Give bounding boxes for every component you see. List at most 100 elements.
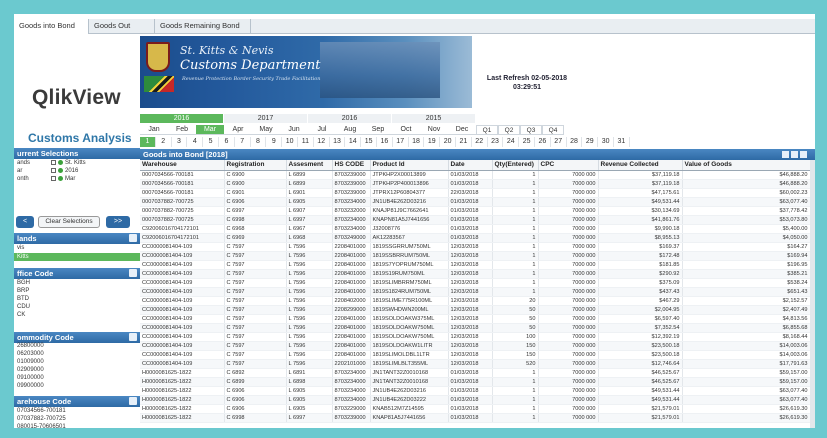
day-cell[interactable]: 5	[203, 137, 219, 147]
day-cell[interactable]: 30	[598, 137, 614, 147]
list-item[interactable]: 09100000	[17, 375, 44, 381]
list-item[interactable]: 01009000	[17, 359, 44, 365]
list-item-selected[interactable]: Kitts	[14, 253, 140, 261]
day-cell[interactable]: 28	[567, 137, 583, 147]
month-cell[interactable]: Aug	[336, 125, 364, 135]
month-cell[interactable]: Sep	[364, 125, 392, 135]
list-item[interactable]: 07034566-700181	[17, 408, 66, 414]
day-cell[interactable]: 17	[393, 137, 409, 147]
table-row[interactable]: CC0000081404-109 C 7597 L 7596 2202101000 18…	[140, 359, 811, 369]
quarter-cell[interactable]: Q1	[476, 125, 498, 135]
search-icon[interactable]	[129, 269, 137, 277]
table-row[interactable]: CC0000081404-109 C 7597 L 7596 2208401000 18…	[140, 323, 811, 333]
list-item[interactable]: 02909000	[17, 367, 44, 373]
column-header[interactable]: Product Id	[370, 160, 449, 171]
back-button[interactable]: <	[16, 216, 34, 228]
month-cell[interactable]: Jul	[308, 125, 336, 135]
list-item[interactable]: BGH	[17, 280, 30, 286]
month-cell[interactable]: Feb	[168, 125, 196, 135]
year-cell[interactable]: 2017	[224, 114, 308, 123]
day-cell[interactable]: 16	[377, 137, 393, 147]
day-cell[interactable]: 12	[314, 137, 330, 147]
table-row[interactable]: CC0000081404-109 C 7597 L 7596 2208401000 18…	[140, 332, 811, 342]
table-row[interactable]: H0000081625-1822 C 6906 L 6905 8703234000 JN…	[140, 395, 811, 405]
list-item[interactable]: CDU	[17, 304, 30, 310]
list-item[interactable]: 07037882-700725	[17, 416, 66, 422]
day-cell[interactable]: 3	[172, 137, 188, 147]
table-row[interactable]: H0000081625-1822 C 6998 L 6997 8703239000 KN…	[140, 413, 811, 423]
table-row[interactable]: CC0000081404-109 C 7597 L 7596 2208401000 18…	[140, 260, 811, 270]
day-cell[interactable]: 2	[156, 137, 172, 147]
day-cell[interactable]: 11	[298, 137, 314, 147]
search-icon[interactable]	[129, 333, 137, 341]
tab-goods-into-bond[interactable]: Goods into Bond	[14, 19, 89, 34]
checkbox-icon[interactable]	[51, 168, 56, 173]
table-row[interactable]: C92006016704172101 C 6969 L 6968 8703249000…	[140, 233, 811, 243]
clear-selections-button[interactable]: Clear Selections	[38, 216, 100, 228]
day-cell[interactable]: 27	[551, 137, 567, 147]
list-item[interactable]: 06203000	[17, 351, 44, 357]
checkbox-icon[interactable]	[51, 160, 56, 165]
export-icon[interactable]	[782, 151, 789, 158]
list-item[interactable]: 26800000	[17, 343, 44, 349]
month-cell[interactable]: Dec	[448, 125, 476, 135]
table-row[interactable]: C92006016704172101 C 6968 L 6967 8703234000…	[140, 224, 811, 234]
table-row[interactable]: 0007034566-700181 C 6901 L 6901 8703239000 J…	[140, 188, 811, 198]
day-cell[interactable]: 21	[456, 137, 472, 147]
day-cell[interactable]: 8	[251, 137, 267, 147]
month-cell[interactable]: Jun	[280, 125, 308, 135]
table-row[interactable]: CC0000081404-109 C 7597 L 7596 2208401000 18…	[140, 287, 811, 297]
tab-goods-remaining-bond[interactable]: Goods Remaining Bond	[155, 19, 251, 33]
day-cell[interactable]: 24	[503, 137, 520, 147]
table-row[interactable]: 0007037882-700725 C 6997 L 6907 8703232000 K…	[140, 206, 811, 216]
quarter-cell[interactable]: Q4	[542, 125, 564, 135]
table-row[interactable]: H0000081625-1822 C 6892 L 6891 8703234000 JN…	[140, 368, 811, 378]
column-header[interactable]: Registration	[224, 160, 287, 171]
month-cell[interactable]: Apr	[224, 125, 252, 135]
day-cell[interactable]: 22	[472, 137, 488, 147]
day-cell[interactable]: 20	[440, 137, 456, 147]
column-header[interactable]: Assesment	[286, 160, 333, 171]
quarter-cell[interactable]: Q3	[520, 125, 542, 135]
year-cell[interactable]: 2016	[308, 114, 392, 123]
list-item[interactable]: CK	[17, 312, 25, 318]
table-row[interactable]: CC0000081404-109 C 7597 L 7596 2208401000 18…	[140, 350, 811, 360]
day-cell[interactable]: 7	[235, 137, 251, 147]
day-cell[interactable]: 23	[488, 137, 504, 147]
list-item[interactable]: 080015-70606501	[17, 424, 66, 428]
month-cell[interactable]: Jan	[140, 125, 168, 135]
day-cell[interactable]: 15	[361, 137, 377, 147]
table-row[interactable]: CC0000081404-109 C 7597 L 7596 2208401000 18…	[140, 269, 811, 279]
day-cell[interactable]: 6	[219, 137, 235, 147]
day-cell[interactable]: 26	[535, 137, 551, 147]
day-cell[interactable]: 10	[282, 137, 298, 147]
list-item[interactable]: vis	[17, 245, 24, 251]
table-row[interactable]: CC0000081404-109 C 7597 L 7596 2208401000 18…	[140, 242, 811, 252]
day-cell[interactable]: 19	[424, 137, 441, 147]
day-cell[interactable]: 18	[409, 137, 425, 147]
list-item[interactable]: BTD	[17, 296, 29, 302]
column-header[interactable]: Qty(Entered)	[492, 160, 539, 171]
selection-row[interactable]: onth Mar	[17, 176, 75, 182]
table-row[interactable]: H0000081625-1822 C 6899 L 6898 8703234000 JN…	[140, 377, 811, 387]
selection-row[interactable]: ar 2016	[17, 168, 78, 174]
column-header[interactable]: CPC	[538, 160, 599, 171]
tab-goods-out-bond[interactable]: Goods Out Bond	[89, 19, 155, 44]
column-header[interactable]: Value of Goods	[682, 160, 811, 171]
day-cell[interactable]: 13	[330, 137, 346, 147]
list-item[interactable]: BRP	[17, 288, 29, 294]
table-row[interactable]: 0007037882-700725 C 6906 L 6905 8703234000 J…	[140, 197, 811, 207]
month-cell[interactable]: Oct	[392, 125, 420, 135]
day-cell[interactable]: 29	[582, 137, 599, 147]
table-row[interactable]: CC0000081404-109 C 7597 L 7596 2208299000 18…	[140, 305, 811, 315]
day-cell[interactable]: 31	[614, 137, 630, 147]
day-cell[interactable]: 14	[345, 137, 362, 147]
table-row[interactable]: 0007034566-700181 C 6900 L 6899 8703239000 J…	[140, 170, 811, 180]
month-cell[interactable]: May	[252, 125, 280, 135]
quarter-cell[interactable]: Q2	[498, 125, 520, 135]
list-item[interactable]: 09900000	[17, 383, 44, 389]
maximize-icon[interactable]	[800, 151, 807, 158]
day-cell[interactable]: 4	[187, 137, 204, 147]
forward-button[interactable]: >>	[106, 216, 130, 228]
column-header[interactable]: Revenue Collected	[598, 160, 683, 171]
